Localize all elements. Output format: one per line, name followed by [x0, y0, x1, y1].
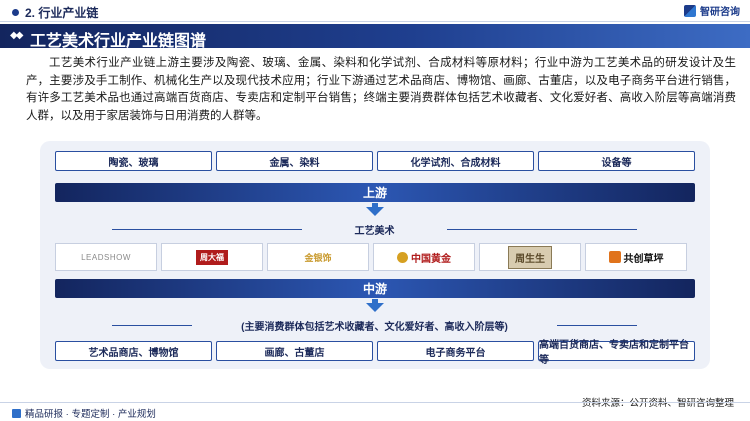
down-arrow-icon: [366, 303, 384, 312]
title-bar: ◆◆ 工艺美术行业产业链图谱: [0, 24, 750, 50]
upstream-item: 陶瓷、玻璃: [55, 151, 212, 171]
brand-name: 周生生: [508, 245, 552, 269]
top-divider: [0, 21, 750, 22]
brand-logo-china-gold: 中国黄金: [373, 243, 475, 271]
brand-logo-zhoudafu: 周大福: [161, 243, 263, 271]
upstream-item: 化学试剂、合成材料: [377, 151, 534, 171]
double-arrow-icon: ◆◆: [10, 30, 23, 41]
upstream-row: 陶瓷、玻璃 金属、染料 化学试剂、合成材料 设备等: [55, 151, 695, 171]
upstream-item: 金属、染料: [216, 151, 373, 171]
brand-name: LEADSHOW: [81, 252, 131, 262]
brand-logo-ccgrass: 共创草坪: [585, 243, 687, 271]
intro-paragraph: 工艺美术行业产业链上游主要涉及陶瓷、玻璃、金属、染料和化学试剂、合成材料等原材料…: [26, 57, 736, 122]
midstream-bar: 中游: [55, 279, 695, 298]
report-icon: [12, 408, 21, 418]
upstream-item: 设备等: [538, 151, 695, 171]
upstream-bar: 上游: [55, 183, 695, 202]
logo-icon: [684, 4, 696, 17]
footer-tagline-text: 精品研报 · 专题定制 · 产业规划: [25, 409, 156, 420]
brand-logo-zhoushengsheng: 周生生: [479, 243, 581, 271]
gold-icon: [397, 251, 408, 263]
brand-logo-leadshow: LEADSHOW: [55, 243, 157, 271]
brand-logo: 智研咨询: [684, 3, 740, 18]
brand-name: 周大福: [196, 249, 228, 265]
brand-name: 中国黄金: [411, 253, 451, 265]
downstream-item: 画廊、古董店: [216, 341, 373, 361]
downstream-item: 艺术品商店、博物馆: [55, 341, 212, 361]
midstream-header: 工艺美术: [112, 222, 637, 237]
downstream-row: 艺术品商店、博物馆 画廊、古董店 电子商务平台 高端百货商店、专卖店和定制平台等: [55, 340, 695, 366]
section-label: 2. 行业产业链: [12, 4, 98, 21]
top-bar: 2. 行业产业链 智研咨询: [0, 0, 750, 22]
bullet-icon: [12, 9, 19, 16]
downstream-header: (主要消费群体包括艺术收藏者、文化爱好者、高收入阶层等): [112, 318, 637, 333]
downstream-item: 高端百货商店、专卖店和定制平台等: [538, 340, 695, 366]
section-label-text: 2. 行业产业链: [25, 6, 99, 20]
logo-text: 智研咨询: [700, 7, 740, 18]
brand-name: 金银饰: [304, 252, 332, 263]
brand-logo-jinyinshi: 金银饰: [267, 243, 369, 271]
brand-mark-icon: [608, 251, 621, 263]
footer-divider: [0, 402, 750, 403]
brand-name: 共创草坪: [623, 253, 664, 265]
down-arrow-icon: [366, 207, 384, 216]
divider-line: [557, 325, 637, 326]
footer-tagline: 精品研报 · 专题定制 · 产业规划: [12, 406, 156, 420]
downstream-item: 电子商务平台: [377, 341, 534, 361]
page-title: 工艺美术行业产业链图谱: [30, 33, 207, 50]
divider-line: [447, 229, 637, 230]
brand-row: LEADSHOW 周大福 金银饰 中国黄金 周生生 共创草坪: [55, 243, 687, 271]
